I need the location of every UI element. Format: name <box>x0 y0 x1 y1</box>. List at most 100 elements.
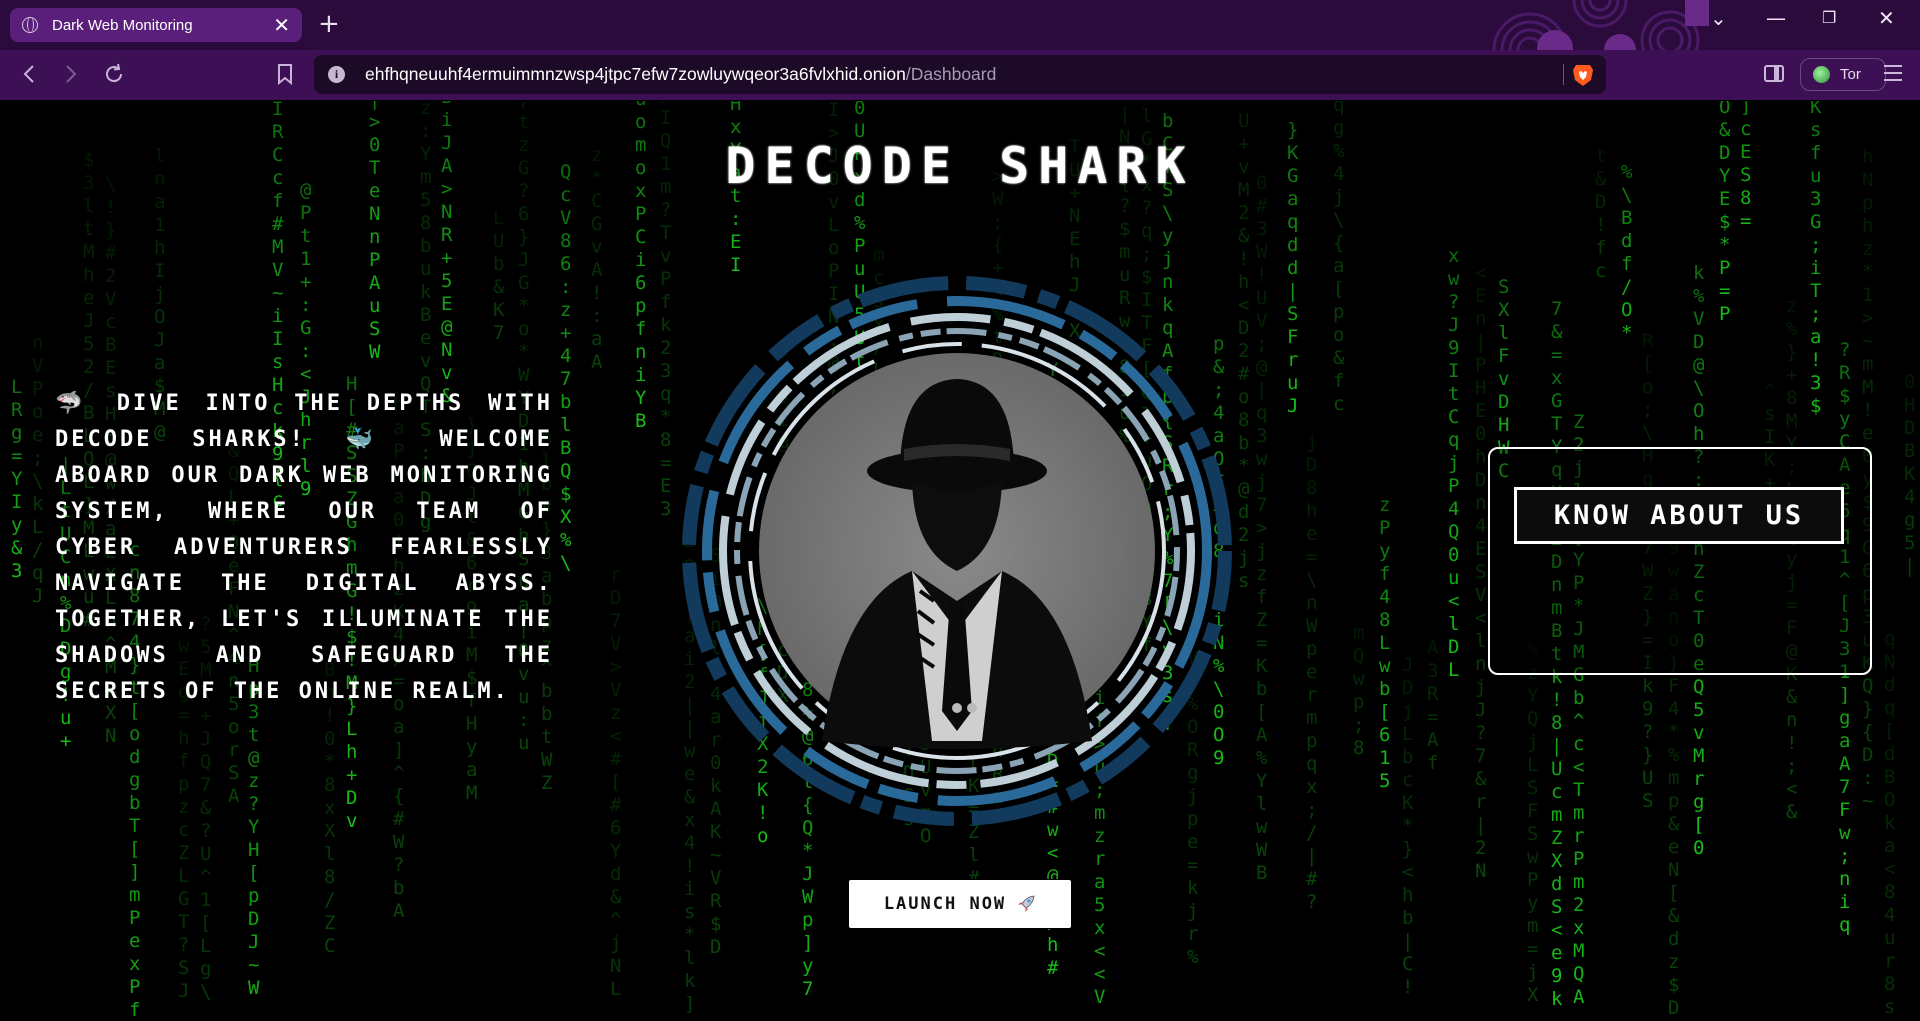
matrix-glyph: A <box>1256 724 1268 746</box>
matrix-glyph: ] <box>802 932 813 954</box>
matrix-glyph: ] <box>684 993 695 1015</box>
matrix-glyph: * <box>518 295 529 317</box>
matrix-glyph: P <box>635 203 646 225</box>
matrix-glyph: x <box>129 953 140 975</box>
matrix-glyph: & <box>1786 686 1798 708</box>
matrix-glyph: g <box>1693 791 1704 813</box>
matrix-glyph: k <box>660 314 672 336</box>
matrix-glyph: R <box>11 399 23 421</box>
matrix-glyph: | <box>1904 555 1915 577</box>
restore-button[interactable]: ❐ <box>1822 8 1836 27</box>
bookmark-icon[interactable] <box>274 62 296 86</box>
matrix-glyph: { <box>1333 232 1344 254</box>
matrix-glyph: O <box>1719 101 1730 118</box>
matrix-glyph: B <box>1904 440 1915 462</box>
matrix-glyph: z <box>560 299 571 321</box>
matrix-glyph: ; <box>518 101 529 110</box>
matrix-glyph: h <box>1862 215 1873 237</box>
matrix-glyph: c <box>1402 769 1413 791</box>
matrix-glyph: a <box>1839 730 1850 752</box>
matrix-glyph: n <box>1475 492 1486 514</box>
matrix-glyph: P <box>1719 257 1730 279</box>
matrix-glyph: k <box>1884 812 1896 834</box>
matrix-glyph: } <box>1786 341 1797 363</box>
matrix-glyph: ? <box>1306 891 1317 913</box>
matrix-glyph: J <box>1402 654 1413 676</box>
forward-icon[interactable] <box>58 62 82 86</box>
matrix-glyph: 6 <box>635 272 646 294</box>
matrix-glyph: 6 <box>1379 724 1390 746</box>
matrix-glyph: u <box>1884 927 1895 949</box>
matrix-glyph: S <box>228 762 239 784</box>
matrix-glyph: N <box>105 725 116 747</box>
matrix-glyph: n <box>1475 653 1486 675</box>
matrix-glyph: K <box>1256 655 1268 677</box>
know-about-us-button[interactable]: KNOW ABOUT US <box>1514 487 1844 544</box>
matrix-glyph: $ <box>1719 211 1730 233</box>
matrix-glyph: ~ <box>1862 330 1873 352</box>
matrix-glyph: R <box>1642 330 1654 352</box>
minimize-button[interactable]: — <box>1766 6 1786 30</box>
matrix-glyph: M <box>1786 410 1797 432</box>
tab-search-chevron-icon[interactable]: ⌄ <box>1710 6 1727 30</box>
matrix-glyph: w <box>1256 816 1268 838</box>
matrix-glyph: k <box>1642 675 1654 697</box>
matrix-glyph: a <box>393 716 404 738</box>
matrix-glyph: m <box>1551 804 1562 826</box>
matrix-glyph: X <box>1527 984 1539 1006</box>
matrix-glyph: ? <box>1141 197 1152 219</box>
matrix-glyph: U <box>1551 758 1562 780</box>
launch-now-button[interactable]: LAUNCH NOW <box>848 879 1072 929</box>
matrix-glyph: B <box>560 437 571 459</box>
matrix-glyph: z <box>1256 563 1267 585</box>
matrix-glyph: l <box>684 947 695 969</box>
matrix-glyph: j <box>1162 248 1173 270</box>
matrix-glyph: < <box>1551 919 1562 941</box>
matrix-glyph: & <box>1668 905 1680 927</box>
matrix-glyph: H <box>1498 414 1509 436</box>
matrix-glyph: A <box>369 272 381 294</box>
matrix-glyph: 3 <box>11 560 22 582</box>
matrix-glyph: P <box>1475 354 1486 376</box>
matrix-glyph: o <box>635 111 646 133</box>
tab-close-button[interactable]: ✕ <box>273 15 290 35</box>
matrix-glyph: Z <box>1551 827 1562 849</box>
address-bar[interactable]: i ehfhqneuuhf4ermuimmnzwsp4jtpc7efw7zowl… <box>314 55 1606 94</box>
matrix-glyph: ! <box>1402 976 1413 998</box>
matrix-glyph: l <box>1498 322 1509 344</box>
new-tab-button[interactable]: + <box>318 10 340 38</box>
matrix-glyph: # <box>105 242 117 264</box>
matrix-glyph: E <box>1069 228 1080 250</box>
sidebar-toggle-icon[interactable] <box>1764 65 1784 82</box>
matrix-glyph: 8 <box>1551 712 1562 734</box>
matrix-glyph: L <box>610 978 621 1000</box>
matrix-glyph: B <box>420 304 431 326</box>
intro-text: 🦈 Dive into the depths with Decode Shark… <box>55 391 553 704</box>
close-window-button[interactable]: ✕ <box>1878 6 1895 30</box>
matrix-glyph: F <box>1527 800 1538 822</box>
matrix-glyph: p <box>1306 730 1317 752</box>
matrix-glyph: 7 <box>1551 298 1562 320</box>
matrix-glyph: r <box>1187 923 1198 945</box>
matrix-glyph: t <box>541 726 552 748</box>
back-icon[interactable] <box>18 62 42 86</box>
matrix-glyph: | <box>1256 379 1267 401</box>
matrix-glyph: m <box>129 884 140 906</box>
matrix-glyph: r <box>1573 825 1584 847</box>
matrix-glyph: U <box>200 843 211 865</box>
hamburger-menu-icon[interactable] <box>1884 65 1902 81</box>
reload-icon[interactable] <box>102 62 126 86</box>
matrix-glyph: w <box>1353 668 1365 690</box>
matrix-glyph: Q <box>560 460 571 482</box>
matrix-glyph: A <box>591 259 603 281</box>
matrix-glyph: 4 <box>1904 486 1915 508</box>
tor-button[interactable]: Tor <box>1800 58 1886 91</box>
matrix-glyph: g <box>1839 707 1850 729</box>
matrix-glyph: N <box>1668 859 1679 881</box>
brave-lion-icon[interactable] <box>1572 63 1594 87</box>
matrix-glyph: \ <box>1162 202 1173 224</box>
matrix-glyph: ; <box>992 211 1003 233</box>
site-info-icon[interactable]: i <box>328 66 345 83</box>
matrix-glyph: : <box>560 276 571 298</box>
browser-tab[interactable]: Dark Web Monitoring ✕ <box>10 8 302 42</box>
